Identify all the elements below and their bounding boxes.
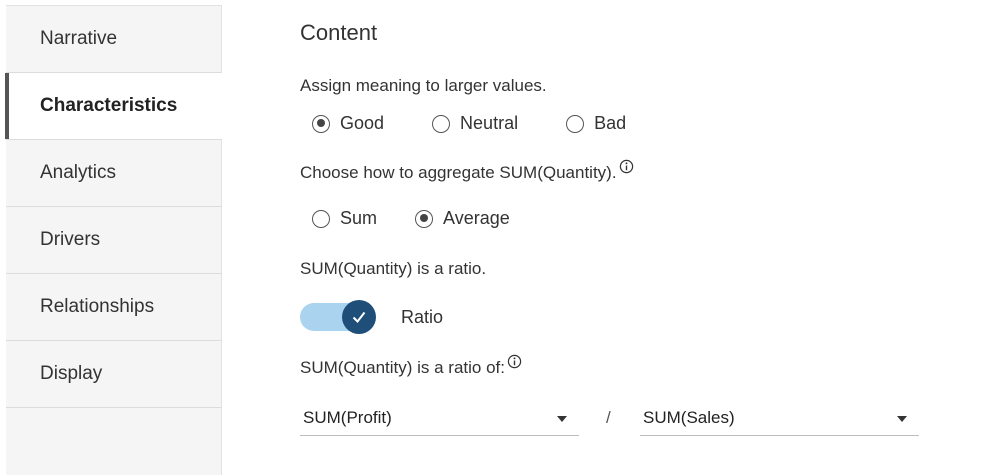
radio-checked-icon[interactable]: [312, 114, 330, 133]
sidebar-item-label: Display: [40, 363, 103, 384]
toggle-knob: [342, 300, 376, 334]
radio-label: Good: [340, 113, 385, 133]
toggle-label: Ratio: [401, 306, 444, 327]
ratio-toggle[interactable]: [300, 300, 376, 334]
radio-unchecked-icon[interactable]: [566, 114, 585, 133]
ratio-prompt: SUM(Quantity) is a ratio.: [300, 259, 487, 278]
radio-good[interactable]: Good: [312, 113, 384, 134]
aggregate-prompt: Choose how to aggregate SUM(Quantity).: [300, 159, 634, 183]
select-value: SUM(Profit): [303, 408, 392, 427]
sidebar-item-label: Relationships: [40, 296, 155, 317]
settings-panel: Narrative Characteristics Analytics Driv…: [0, 0, 991, 475]
radio-neutral[interactable]: Neutral: [432, 113, 518, 134]
chevron-down-icon: [557, 416, 567, 422]
sidebar-item-drivers[interactable]: Drivers: [6, 207, 221, 274]
select-value: SUM(Sales): [643, 408, 735, 427]
radio-unchecked-icon[interactable]: [432, 114, 451, 133]
sidebar-item-narrative[interactable]: Narrative: [6, 6, 221, 73]
radio-checked-icon[interactable]: [415, 209, 434, 228]
chevron-down-icon: [897, 416, 907, 422]
sidebar-item-label: Characteristics: [40, 95, 178, 116]
radio-label: Average: [443, 208, 510, 228]
radio-average[interactable]: Average: [415, 208, 510, 229]
sidebar: Narrative Characteristics Analytics Driv…: [5, 5, 222, 475]
checkmark-icon: [352, 311, 366, 324]
ratio-separator: /: [606, 408, 611, 427]
sidebar-item-label: Narrative: [40, 28, 118, 49]
radio-label: Neutral: [460, 113, 519, 133]
section-heading: Content: [300, 20, 378, 45]
numerator-select[interactable]: SUM(Profit): [300, 402, 579, 436]
sidebar-item-analytics[interactable]: Analytics: [6, 140, 221, 207]
radio-sum[interactable]: Sum: [312, 208, 377, 229]
sidebar-item-label: Analytics: [40, 162, 117, 183]
info-icon[interactable]: [507, 354, 522, 369]
sidebar-item-display[interactable]: Display: [6, 341, 221, 408]
aggregate-radio-group: Sum Average: [312, 208, 558, 229]
meaning-prompt: Assign meaning to larger values.: [300, 76, 547, 95]
radio-label: Bad: [594, 113, 627, 133]
info-icon[interactable]: [619, 159, 634, 174]
radio-label: Sum: [340, 208, 378, 228]
radio-bad[interactable]: Bad: [566, 113, 626, 134]
denominator-select[interactable]: SUM(Sales): [640, 402, 919, 436]
ratio-of-prompt-text: SUM(Quantity) is a ratio of:: [300, 358, 506, 377]
ratio-toggle-row: Ratio: [300, 300, 443, 334]
sidebar-item-relationships[interactable]: Relationships: [6, 274, 221, 341]
meaning-radio-group: Good Neutral Bad: [312, 113, 674, 134]
sidebar-item-label: Drivers: [40, 229, 101, 250]
radio-unchecked-icon[interactable]: [312, 209, 330, 228]
aggregate-prompt-text: Choose how to aggregate SUM(Quantity).: [300, 163, 617, 182]
sidebar-item-characteristics[interactable]: Characteristics: [5, 73, 222, 140]
ratio-of-prompt: SUM(Quantity) is a ratio of:: [300, 354, 522, 378]
